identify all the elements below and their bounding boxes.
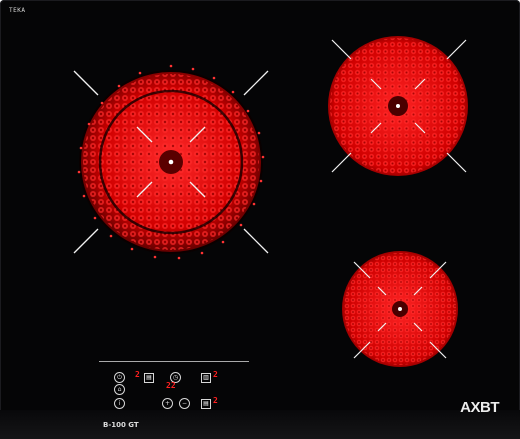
control-panel: ⏻ 2 ▤ ◷ ▥ 2 ⌂ 22 i + − ▤ 2 [99,361,251,411]
brand-logo: AXBT [460,399,499,416]
center-display: 22 [166,381,176,390]
minus-button[interactable]: − [179,398,190,409]
cooktop-front-edge [0,410,520,439]
bottom-display: 2 [213,396,218,405]
plus-button[interactable]: + [162,398,173,409]
right-selector-box[interactable]: ▥ [201,373,211,383]
bottom-right-zone [342,251,458,367]
top-right-zone [328,36,468,176]
left-selector-box[interactable]: ▤ [144,373,154,383]
right-display: 2 [213,370,218,379]
info-icon[interactable]: i [114,398,125,409]
lock-icon[interactable]: ⌂ [114,384,125,395]
top-logo: TEKA [9,7,26,14]
model-label: B-100 GT [103,421,139,429]
left-display: 2 [135,370,140,379]
large-zone [73,64,269,260]
cooktop-surface: TEKA ⏻ 2 ▤ ◷ ▥ 2 ⌂ 22 i + − ▤ 2 B-100 GT… [0,0,520,439]
power-icon[interactable]: ⏻ [114,372,125,383]
bottom-selector-box[interactable]: ▤ [201,399,211,409]
panel-divider [99,361,249,362]
